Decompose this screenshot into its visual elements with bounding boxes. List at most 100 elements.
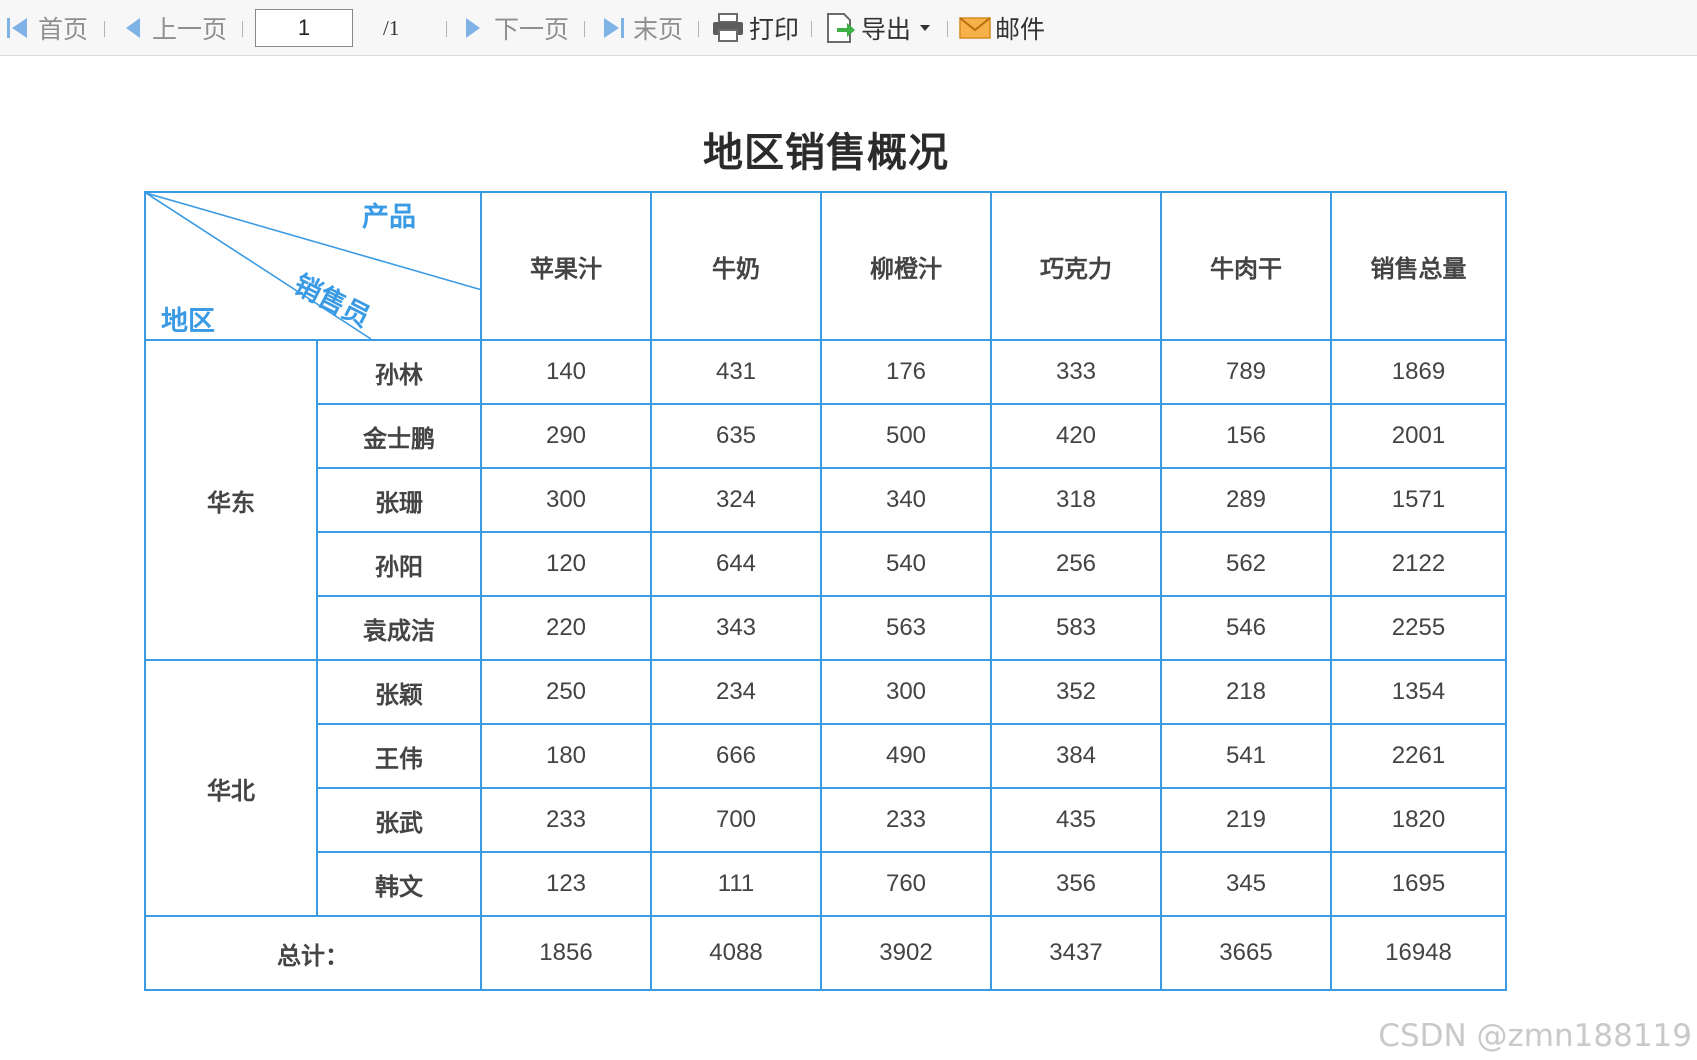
value-cell: 234 <box>650 659 822 725</box>
value-cell: 384 <box>990 723 1162 789</box>
toolbar-divider <box>104 21 105 37</box>
salesperson-cell: 金士鹏 <box>316 403 482 469</box>
value-cell: 562 <box>1160 531 1332 597</box>
value-cell: 324 <box>650 467 822 533</box>
next-page-button[interactable]: 下一页 <box>464 0 569 56</box>
prev-page-button[interactable]: 上一页 <box>124 0 227 56</box>
prev-page-label: 上一页 <box>152 16 228 44</box>
salesperson-cell: 王伟 <box>316 723 482 789</box>
row-total-cell: 1869 <box>1330 339 1507 405</box>
value-cell: 563 <box>820 595 992 661</box>
value-cell: 345 <box>1160 851 1332 917</box>
export-label: 导出 <box>861 16 912 44</box>
total-cell: 4088 <box>650 915 822 991</box>
value-cell: 340 <box>820 467 992 533</box>
value-cell: 343 <box>650 595 822 661</box>
report-toolbar: 首页 上一页 /1 下一页 末页 打印 <box>0 0 1697 56</box>
region-cell: 华北 <box>144 659 318 917</box>
value-cell: 333 <box>990 339 1162 405</box>
last-page-button[interactable]: 末页 <box>601 0 683 56</box>
export-icon <box>825 11 857 45</box>
value-cell: 140 <box>480 339 652 405</box>
value-cell: 256 <box>990 531 1162 597</box>
corner-region-label: 地区 <box>161 306 215 336</box>
mail-button[interactable]: 邮件 <box>959 0 1045 56</box>
column-header: 苹果汁 <box>480 191 652 341</box>
total-cell: 1856 <box>480 915 652 991</box>
value-cell: 666 <box>650 723 822 789</box>
grand-total-cell: 16948 <box>1330 915 1507 991</box>
print-label: 打印 <box>749 16 800 44</box>
table-row: 华北 张颖 250 234 300 352 218 1354 <box>144 659 1507 917</box>
corner-header-cell: 产品 销售员 地区 <box>144 191 482 341</box>
toolbar-divider <box>446 21 447 37</box>
row-total-cell: 2261 <box>1330 723 1507 789</box>
table-row: 张武 233 700 233 435 219 1820 <box>145 787 1507 853</box>
value-cell: 219 <box>1160 787 1332 853</box>
salesperson-cell: 张武 <box>316 787 482 853</box>
table-row: 华东 孙林 140 431 176 333 789 1869 <box>144 339 1507 661</box>
total-cell: 3665 <box>1160 915 1332 991</box>
row-total-cell: 2001 <box>1330 403 1507 469</box>
table-row: 张珊 300 324 340 318 289 1571 <box>145 467 1507 533</box>
value-cell: 300 <box>480 467 652 533</box>
value-cell: 318 <box>990 467 1162 533</box>
value-cell: 500 <box>820 403 992 469</box>
value-cell: 233 <box>480 787 652 853</box>
row-total-cell: 1820 <box>1330 787 1507 853</box>
table-row: 孙阳 120 644 540 256 562 2122 <box>145 531 1507 597</box>
salesperson-cell: 韩文 <box>316 851 482 917</box>
export-button[interactable]: 导出 <box>825 0 931 56</box>
report-title: 地区销售概况 <box>703 131 949 175</box>
total-cell: 3437 <box>990 915 1162 991</box>
value-cell: 123 <box>480 851 652 917</box>
value-cell: 180 <box>480 723 652 789</box>
toolbar-divider <box>698 21 699 37</box>
value-cell: 120 <box>480 531 652 597</box>
last-page-icon <box>601 16 625 40</box>
column-header: 牛肉干 <box>1160 191 1332 341</box>
toolbar-divider <box>947 21 948 37</box>
value-cell: 233 <box>820 787 992 853</box>
column-header: 销售总量 <box>1330 191 1507 341</box>
chevron-down-icon <box>919 24 931 32</box>
value-cell: 111 <box>650 851 822 917</box>
value-cell: 546 <box>1160 595 1332 661</box>
salesperson-cell: 袁成洁 <box>316 595 482 661</box>
value-cell: 540 <box>820 531 992 597</box>
printer-icon <box>711 13 745 43</box>
table-row: 王伟 180 666 490 384 541 2261 <box>145 723 1507 789</box>
first-page-button[interactable]: 首页 <box>6 0 88 56</box>
corner-product-label: 产品 <box>362 202 416 232</box>
value-cell: 289 <box>1160 467 1332 533</box>
print-button[interactable]: 打印 <box>711 0 799 56</box>
salesperson-cell: 孙阳 <box>316 531 482 597</box>
value-cell: 541 <box>1160 723 1332 789</box>
value-cell: 250 <box>480 659 652 725</box>
toolbar-divider <box>242 21 243 37</box>
value-cell: 789 <box>1160 339 1332 405</box>
row-total-cell: 1354 <box>1330 659 1507 725</box>
value-cell: 356 <box>990 851 1162 917</box>
watermark: CSDN @zmn188119 <box>1378 1018 1692 1054</box>
value-cell: 352 <box>990 659 1162 725</box>
header-row: 产品 销售员 地区 苹果汁 牛奶 柳橙汁 巧克力 牛肉干 销售总量 <box>144 191 1507 341</box>
total-row: 总计： 1856 4088 3902 3437 3665 16948 <box>144 915 1507 991</box>
row-total-cell: 1571 <box>1330 467 1507 533</box>
value-cell: 220 <box>480 595 652 661</box>
table-row: 韩文 123 111 760 356 345 1695 <box>145 851 1507 917</box>
value-cell: 156 <box>1160 403 1332 469</box>
row-total-cell: 2255 <box>1330 595 1507 661</box>
value-cell: 435 <box>990 787 1162 853</box>
first-page-label: 首页 <box>38 16 89 44</box>
value-cell: 290 <box>480 403 652 469</box>
value-cell: 431 <box>650 339 822 405</box>
page-number-input[interactable] <box>255 9 353 47</box>
column-header: 牛奶 <box>650 191 822 341</box>
region-cell: 华东 <box>144 339 318 661</box>
column-header: 柳橙汁 <box>820 191 992 341</box>
row-total-cell: 2122 <box>1330 531 1507 597</box>
next-page-label: 下一页 <box>494 16 570 44</box>
value-cell: 635 <box>650 403 822 469</box>
next-page-icon <box>464 16 482 40</box>
